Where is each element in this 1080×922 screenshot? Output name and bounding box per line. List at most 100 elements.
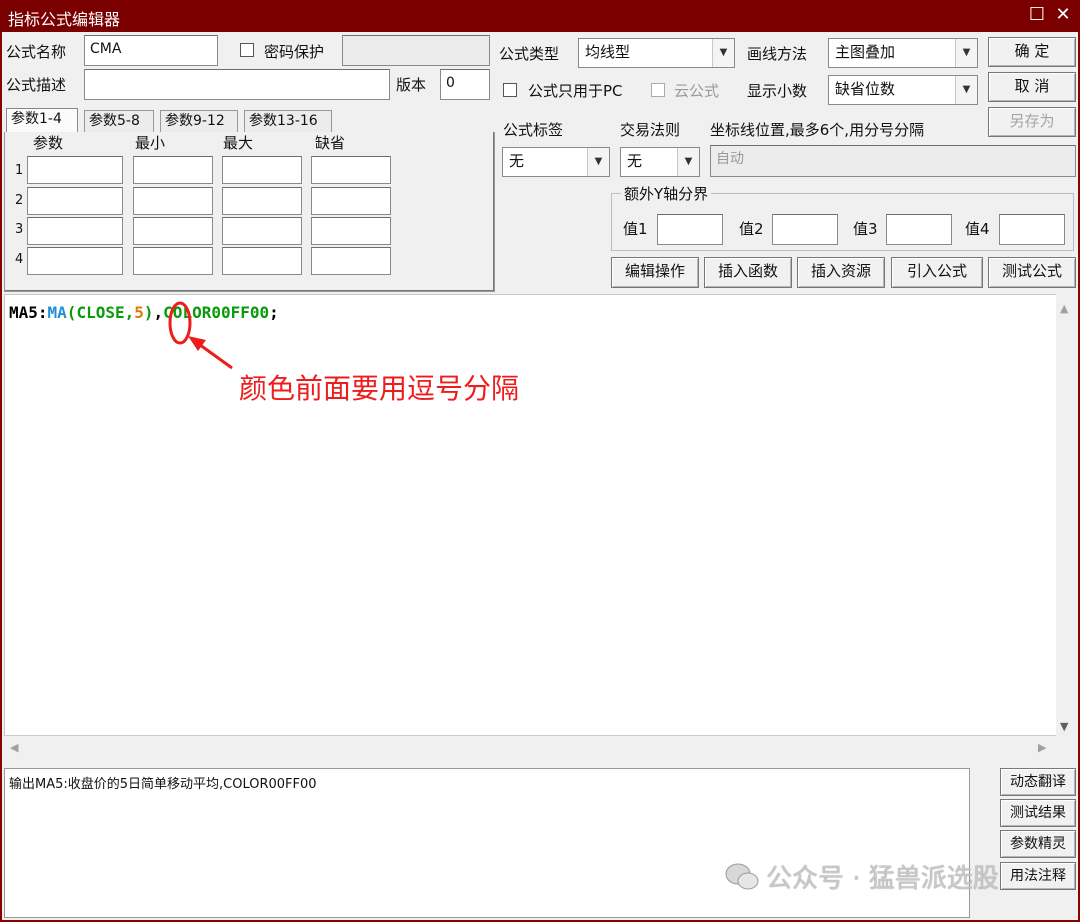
description-label: 公式描述 bbox=[6, 76, 67, 94]
code-token: , bbox=[153, 303, 164, 322]
extra-y-2-label: 值2 bbox=[739, 220, 764, 238]
tab-params-5-8[interactable]: 参数5-8 bbox=[84, 110, 154, 132]
extra-y-4-field[interactable] bbox=[999, 214, 1065, 245]
dropdown-arrow-icon[interactable]: ▼ bbox=[712, 39, 734, 67]
extra-y-2-field[interactable] bbox=[772, 214, 838, 245]
watermark-text: 公众号 · 猛兽派选股 bbox=[766, 864, 999, 894]
import-formula-button[interactable]: 引入公式 bbox=[891, 257, 983, 288]
param-2-max[interactable] bbox=[222, 187, 302, 215]
code-editor[interactable]: MA5:MA(CLOSE,5),COLOR00FF00; bbox=[4, 294, 1058, 736]
draw-method-label: 画线方法 bbox=[747, 45, 808, 63]
output-text: 输出MA5:收盘价的5日简单移动平均,COLOR00FF00 bbox=[9, 777, 317, 792]
editor-vertical-scrollbar[interactable]: ▲ ▼ bbox=[1056, 294, 1076, 738]
cloud-checkbox[interactable] bbox=[651, 83, 665, 97]
param-header-default: 缺省 bbox=[315, 134, 346, 152]
pc-only-label: 公式只用于PC bbox=[528, 82, 623, 100]
annotation-text: 颜色前面要用逗号分隔 bbox=[239, 372, 520, 405]
extra-y-1-label: 值1 bbox=[623, 220, 648, 238]
save-as-button[interactable]: 另存为 bbox=[988, 107, 1076, 137]
edit-ops-button[interactable]: 编辑操作 bbox=[611, 257, 699, 288]
extra-y-3-field[interactable] bbox=[886, 214, 952, 245]
param-2-name[interactable] bbox=[27, 187, 123, 215]
param-3-min[interactable] bbox=[133, 217, 213, 245]
close-icon[interactable]: ✕ bbox=[1052, 4, 1074, 26]
extra-y-label: 额外Y轴分界 bbox=[621, 184, 712, 204]
draw-method-value: 主图叠加 bbox=[835, 43, 896, 61]
param-3-default[interactable] bbox=[311, 217, 391, 245]
editor-horizontal-scrollbar[interactable]: ◀ ▶ bbox=[4, 736, 1058, 760]
test-formula-button[interactable]: 测试公式 bbox=[988, 257, 1076, 288]
param-header-name: 参数 bbox=[33, 134, 64, 152]
extra-y-4-label: 值4 bbox=[965, 220, 990, 238]
param-panel: 参数 最小 最大 缺省 1 2 3 4 bbox=[4, 132, 495, 292]
password-field[interactable] bbox=[342, 35, 490, 66]
version-label: 版本 bbox=[396, 76, 427, 94]
code-token: ( bbox=[66, 303, 77, 322]
axis-lines-label: 坐标线位置,最多6个,用分号分隔 bbox=[710, 121, 925, 139]
tag-select[interactable]: 无 ▼ bbox=[502, 147, 610, 177]
dialog-client: 公式名称 CMA 密码保护 公式类型 均线型 ▼ 画线方法 主图叠加 ▼ 确 定… bbox=[2, 32, 1078, 920]
param-3-max[interactable] bbox=[222, 217, 302, 245]
password-checkbox[interactable] bbox=[240, 43, 254, 57]
param-3-name[interactable] bbox=[27, 217, 123, 245]
dropdown-arrow-icon[interactable]: ▼ bbox=[677, 148, 699, 176]
scroll-right-icon[interactable]: ▶ bbox=[1038, 741, 1046, 754]
code-token: CLOSE bbox=[76, 303, 125, 322]
version-field[interactable]: 0 bbox=[440, 69, 490, 100]
param-1-default[interactable] bbox=[311, 156, 391, 184]
draw-method-select[interactable]: 主图叠加 ▼ bbox=[828, 38, 978, 68]
trade-rule-value: 无 bbox=[627, 152, 643, 170]
param-header-min: 最小 bbox=[135, 134, 166, 152]
password-label: 密码保护 bbox=[264, 43, 325, 61]
param-4-name[interactable] bbox=[27, 247, 123, 275]
param-tabs: 参数1-4 参数5-8 参数9-12 参数13-16 bbox=[6, 108, 492, 134]
restore-icon[interactable]: ☐ bbox=[1026, 4, 1048, 26]
dropdown-arrow-icon[interactable]: ▼ bbox=[955, 39, 977, 67]
trade-rule-select[interactable]: 无 ▼ bbox=[620, 147, 700, 177]
code-token: MA5: bbox=[9, 303, 48, 322]
pc-only-checkbox[interactable] bbox=[503, 83, 517, 97]
axis-lines-field[interactable]: 自动 bbox=[710, 145, 1076, 177]
tag-label: 公式标签 bbox=[503, 121, 564, 139]
param-wizard-button[interactable]: 参数精灵 bbox=[1000, 830, 1076, 858]
scroll-left-icon[interactable]: ◀ bbox=[10, 741, 18, 754]
cancel-button[interactable]: 取 消 bbox=[988, 72, 1076, 102]
insert-resource-button[interactable]: 插入资源 bbox=[797, 257, 885, 288]
decimals-label: 显示小数 bbox=[747, 82, 808, 100]
param-2-default[interactable] bbox=[311, 187, 391, 215]
tab-params-1-4[interactable]: 参数1-4 bbox=[6, 108, 78, 132]
type-label: 公式类型 bbox=[499, 45, 560, 63]
param-1-name[interactable] bbox=[27, 156, 123, 184]
ok-button[interactable]: 确 定 bbox=[988, 37, 1076, 67]
param-header-max: 最大 bbox=[223, 134, 254, 152]
param-4-max[interactable] bbox=[222, 247, 302, 275]
extra-y-1-field[interactable] bbox=[657, 214, 723, 245]
type-select[interactable]: 均线型 ▼ bbox=[578, 38, 735, 68]
usage-notes-button[interactable]: 用法注释 bbox=[1000, 862, 1076, 890]
decimals-value: 缺省位数 bbox=[835, 80, 896, 98]
scroll-up-icon[interactable]: ▲ bbox=[1060, 302, 1068, 315]
insert-function-button[interactable]: 插入函数 bbox=[704, 257, 792, 288]
code-token: , bbox=[124, 303, 135, 322]
name-field[interactable]: CMA bbox=[84, 35, 218, 66]
dynamic-translate-button[interactable]: 动态翻译 bbox=[1000, 768, 1076, 796]
param-1-min[interactable] bbox=[133, 156, 213, 184]
tab-params-13-16[interactable]: 参数13-16 bbox=[244, 110, 332, 132]
tag-value: 无 bbox=[509, 152, 525, 170]
wechat-icon bbox=[725, 863, 759, 890]
param-1-max[interactable] bbox=[222, 156, 302, 184]
type-value: 均线型 bbox=[585, 43, 631, 61]
decimals-select[interactable]: 缺省位数 ▼ bbox=[828, 75, 978, 105]
dropdown-arrow-icon[interactable]: ▼ bbox=[955, 76, 977, 104]
param-4-default[interactable] bbox=[311, 247, 391, 275]
param-4-min[interactable] bbox=[133, 247, 213, 275]
trade-rule-label: 交易法则 bbox=[620, 121, 681, 139]
description-field[interactable] bbox=[84, 69, 390, 100]
param-2-min[interactable] bbox=[133, 187, 213, 215]
scroll-down-icon[interactable]: ▼ bbox=[1060, 720, 1068, 733]
param-row-1-label: 1 bbox=[15, 163, 24, 178]
dropdown-arrow-icon[interactable]: ▼ bbox=[587, 148, 609, 176]
code-token: 5 bbox=[134, 303, 144, 322]
test-result-button[interactable]: 测试结果 bbox=[1000, 799, 1076, 827]
tab-params-9-12[interactable]: 参数9-12 bbox=[160, 110, 238, 132]
